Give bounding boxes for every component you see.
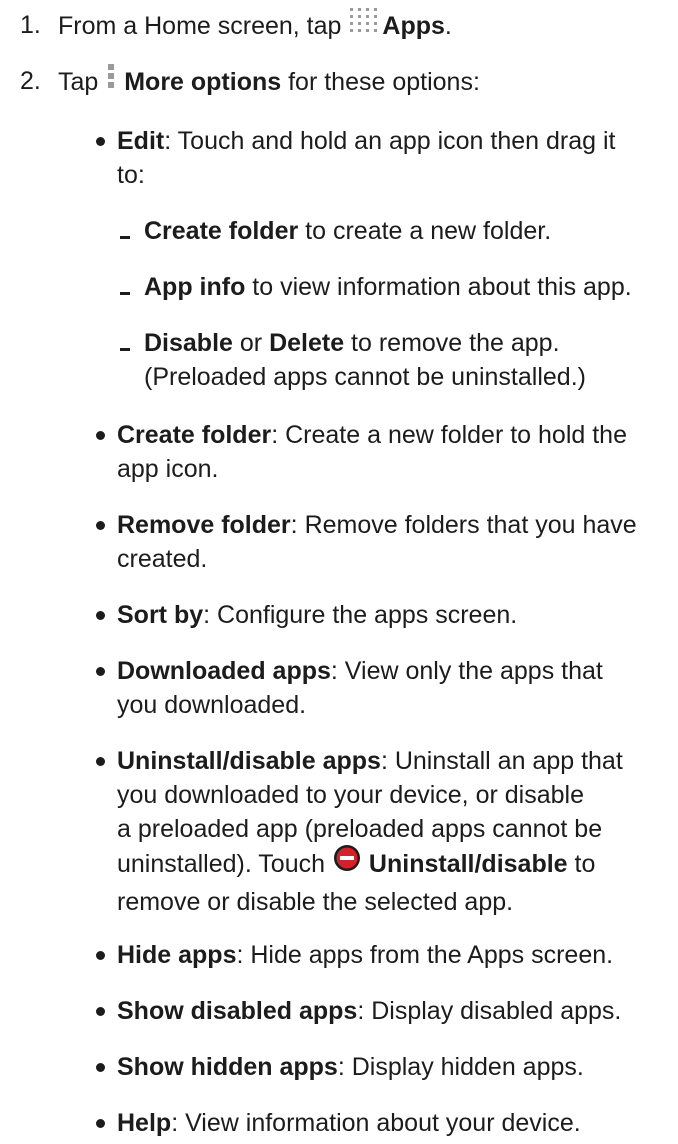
option-term: Help xyxy=(117,1109,172,1137)
option-desc: : Uninstall an app that xyxy=(380,747,623,775)
bullet-dot xyxy=(96,611,105,620)
bullet-dot xyxy=(96,1063,105,1072)
bullet-dot xyxy=(96,521,105,530)
apps-label: Apps xyxy=(382,12,445,41)
option-term: Show disabled apps xyxy=(117,997,358,1025)
option-term: Show hidden apps xyxy=(117,1053,338,1081)
step-number: 1. xyxy=(20,11,41,39)
sub-desc: to create a new folder. xyxy=(298,217,552,245)
option-term: Sort by xyxy=(117,601,204,629)
option-desc: : Create a new folder to hold the xyxy=(271,421,627,449)
bullet-dot xyxy=(96,1119,105,1128)
uninstall-disable-label: Uninstall/disable xyxy=(368,850,568,879)
bullet-dot xyxy=(96,757,105,766)
option-desc-cont: created. xyxy=(117,545,208,573)
option-term: Edit xyxy=(117,127,165,155)
option-desc-line-2: you downloaded to your device, or disabl… xyxy=(117,781,584,809)
sub-desc-cont: (Preloaded apps cannot be uninstalled.) xyxy=(144,363,586,391)
option-desc: : Display disabled apps. xyxy=(357,997,622,1025)
sub-desc: to remove the app. xyxy=(344,329,560,357)
option-desc-line-4-end: to xyxy=(567,850,596,879)
step-text: From a Home screen, tap xyxy=(58,12,342,41)
sub-mid: or xyxy=(232,329,270,357)
option-desc: : Touch and hold an app icon then drag i… xyxy=(164,127,616,155)
option-desc: : Hide apps from the Apps screen. xyxy=(236,941,614,969)
sub-term: Create folder xyxy=(144,217,299,245)
option-desc: : Display hidden apps. xyxy=(337,1053,584,1081)
dash-marker xyxy=(120,292,130,295)
option-desc-cont: app icon. xyxy=(117,455,219,483)
apps-grid-icon xyxy=(348,5,382,44)
option-term: Remove folder xyxy=(117,511,291,539)
dash-marker xyxy=(120,348,130,351)
bullet-dot xyxy=(96,667,105,676)
step-text-end: . xyxy=(444,12,452,41)
option-desc: : View only the apps that xyxy=(330,657,603,685)
bullet-dot xyxy=(96,1007,105,1016)
option-term: Create folder xyxy=(117,421,272,449)
option-desc-line-5: remove or disable the selected app. xyxy=(117,888,514,916)
more-options-icon xyxy=(105,61,117,100)
step-number: 2. xyxy=(20,67,41,95)
dash-marker xyxy=(120,236,130,239)
uninstall-minus-icon xyxy=(332,843,362,882)
sub-desc: to view information about this app. xyxy=(245,273,632,301)
option-desc-cont: you downloaded. xyxy=(117,691,307,719)
option-desc-line-3: a preloaded app (preloaded apps cannot b… xyxy=(117,815,603,843)
option-desc: : View information about your device. xyxy=(171,1109,581,1137)
option-desc: : Remove folders that you have xyxy=(290,511,637,539)
option-desc-line-4: uninstalled). Touch xyxy=(117,850,326,879)
option-term: Uninstall/disable apps xyxy=(117,747,381,775)
sub-term: Disable xyxy=(144,329,233,357)
option-term: Hide apps xyxy=(117,941,237,969)
sub-term-2: Delete xyxy=(269,329,345,357)
option-desc-cont: to: xyxy=(117,161,145,189)
bullet-dot xyxy=(96,951,105,960)
bullet-dot xyxy=(96,431,105,440)
option-term: Downloaded apps xyxy=(117,657,331,685)
sub-term: App info xyxy=(144,273,246,301)
step-text-end: for these options: xyxy=(288,68,480,97)
step-text: Tap xyxy=(58,68,99,97)
bullet-dot xyxy=(96,137,105,146)
option-desc: : Configure the apps screen. xyxy=(203,601,518,629)
more-options-label: More options xyxy=(124,68,282,97)
